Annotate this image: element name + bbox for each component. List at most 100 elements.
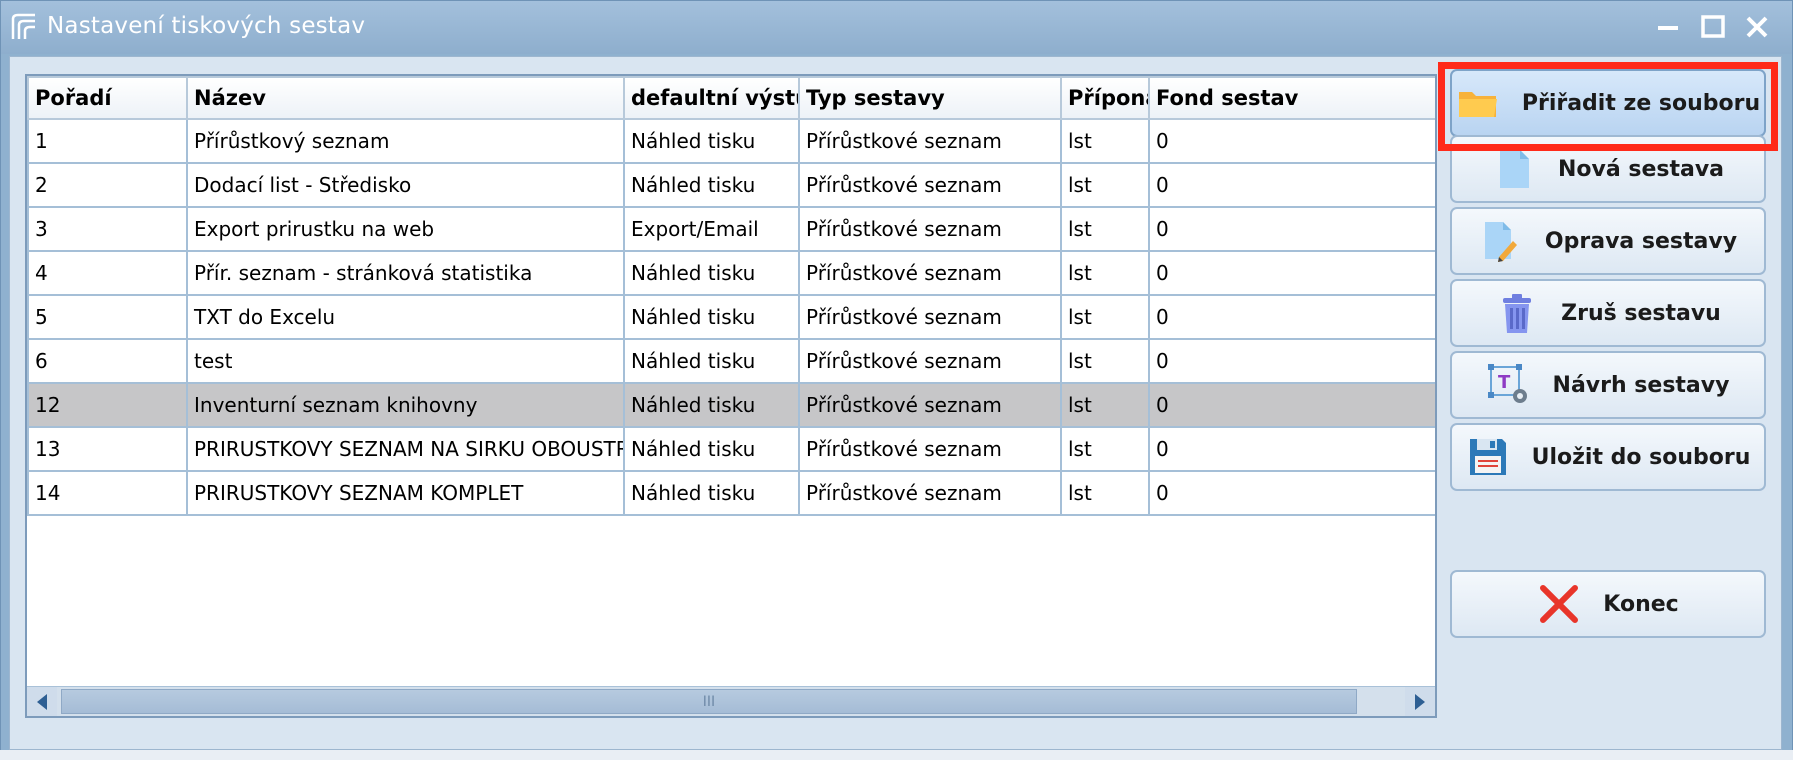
assign-from-file-button[interactable]: Přiřadit ze souboru xyxy=(1450,69,1766,137)
trash-icon xyxy=(1495,291,1539,335)
window-title: Nastavení tiskových sestav xyxy=(47,13,366,39)
table-cell: 4 xyxy=(27,250,188,296)
table-cell: Přírůstkové seznam xyxy=(798,382,1062,428)
table-cell: 0 xyxy=(1148,338,1435,384)
edit-report-label: Oprava sestavy xyxy=(1544,228,1738,254)
minimize-icon[interactable] xyxy=(1653,12,1683,42)
delete-report-label: Zruš sestavu xyxy=(1561,300,1721,326)
design-icon: T xyxy=(1487,363,1531,407)
table-cell: Náhled tisku xyxy=(623,382,800,428)
table-cell: 14 xyxy=(27,470,188,516)
table-cell: 6 xyxy=(27,338,188,384)
close-button[interactable]: Konec xyxy=(1450,570,1766,638)
table-cell: 0 xyxy=(1148,382,1435,428)
save-to-file-button[interactable]: Uložit do souboru xyxy=(1450,423,1766,491)
scrollbar-thumb[interactable]: III xyxy=(61,689,1357,714)
table-row[interactable]: 2 Dodací list - Středisko Náhled tisku Přír… xyxy=(27,162,1435,208)
design-report-label: Návrh sestavy xyxy=(1552,372,1730,398)
table-cell: Přír. seznam - stránková statistika xyxy=(186,250,625,296)
table-cell: Přírůstkové seznam xyxy=(798,250,1062,296)
table-cell: TXT do Excelu xyxy=(186,294,625,340)
table-cell: 0 xyxy=(1148,250,1435,296)
edit-document-icon xyxy=(1479,219,1523,263)
reports-grid[interactable]: PořadíNázevdefaultní výstupTyp sestavyPř… xyxy=(25,74,1437,718)
table-cell: lst xyxy=(1060,118,1150,164)
table-cell: lst xyxy=(1060,338,1150,384)
column-header[interactable]: Pořadí xyxy=(27,76,188,120)
column-header[interactable]: Název xyxy=(186,76,625,120)
table-cell: Náhled tisku xyxy=(623,470,800,516)
table-cell: PRIRUSTKOVY SEZNAM NA SIRKU OBOUSTRANNY xyxy=(186,426,625,472)
column-header[interactable]: Přípona xyxy=(1060,76,1150,120)
table-row[interactable]: 14 PRIRUSTKOVY SEZNAM KOMPLET Náhled tisku… xyxy=(27,470,1435,516)
new-report-button[interactable]: Nová sestava xyxy=(1450,135,1766,203)
table-cell: Přírůstkové seznam xyxy=(798,426,1062,472)
table-row[interactable]: 4 Přír. seznam - stránková statistika Náhl… xyxy=(27,250,1435,296)
delete-report-button[interactable]: Zruš sestavu xyxy=(1450,279,1766,347)
scroll-left-icon[interactable] xyxy=(27,687,57,716)
table-cell: Export/Email xyxy=(623,206,800,252)
scroll-right-icon[interactable] xyxy=(1405,687,1435,716)
table-cell: lst xyxy=(1060,294,1150,340)
report-settings-window: Nastavení tiskových sestav Pořadí Název de… xyxy=(0,0,1793,760)
table-cell: Náhled tisku xyxy=(623,118,800,164)
table-cell: PRIRUSTKOVY SEZNAM KOMPLET xyxy=(186,470,625,516)
column-header[interactable]: Fond sestav xyxy=(1148,76,1435,120)
table-cell: lst xyxy=(1060,470,1150,516)
table-cell: 0 xyxy=(1148,206,1435,252)
close-window-icon[interactable] xyxy=(1742,12,1772,42)
table-row[interactable]: 5 TXT do Excelu Náhled tisku Přírůstkové se… xyxy=(27,294,1435,340)
table-cell: lst xyxy=(1060,162,1150,208)
floppy-icon xyxy=(1466,435,1510,479)
table-cell: 0 xyxy=(1148,426,1435,472)
edit-report-button[interactable]: Oprava sestavy xyxy=(1450,207,1766,275)
table-cell: test xyxy=(186,338,625,384)
table-cell: Inventurní seznam knihovny xyxy=(186,382,625,428)
table-cell: 5 xyxy=(27,294,188,340)
table-cell: lst xyxy=(1060,206,1150,252)
table-cell: Přírůstkové seznam xyxy=(798,206,1062,252)
folder-icon xyxy=(1456,81,1500,125)
table-cell: Přírůstkové seznam xyxy=(798,470,1062,516)
table-row[interactable]: 3 Export prirustku na web Export/Email Přír… xyxy=(27,206,1435,252)
close-label: Konec xyxy=(1603,591,1679,617)
scrollbar-grip: III xyxy=(702,693,716,710)
new-report-label: Nová sestava xyxy=(1557,156,1725,182)
table-cell: 2 xyxy=(27,162,188,208)
reports-table: PořadíNázevdefaultní výstupTyp sestavyPř… xyxy=(27,76,1435,516)
table-row[interactable]: 6 test Náhled tisku Přírůstkové seznam lst 0 xyxy=(27,338,1435,384)
table-cell: Náhled tisku xyxy=(623,250,800,296)
table-cell: 0 xyxy=(1148,470,1435,516)
table-body: 1 Přírůstkový seznam Náhled tisku Přírůstko… xyxy=(27,118,1435,516)
assign-from-file-label: Přiřadit ze souboru xyxy=(1521,90,1761,116)
table-cell: Náhled tisku xyxy=(623,162,800,208)
table-cell: 1 xyxy=(27,118,188,164)
table-row[interactable]: 12 Inventurní seznam knihovny Náhled tisku… xyxy=(27,382,1435,428)
table-cell: Dodací list - Středisko xyxy=(186,162,625,208)
table-cell: Náhled tisku xyxy=(623,294,800,340)
column-header[interactable]: Typ sestavy xyxy=(798,76,1062,120)
table-cell: 12 xyxy=(27,382,188,428)
table-row[interactable]: 13PRIRUSTKOVY SEZNAM NA SIRKU OBOUSTRANN… xyxy=(27,426,1435,472)
table-cell: 0 xyxy=(1148,118,1435,164)
table-header: PořadíNázevdefaultní výstupTyp sestavyPř… xyxy=(27,76,1435,120)
table-cell: 0 xyxy=(1148,294,1435,340)
table-cell: 3 xyxy=(27,206,188,252)
table-cell: Přírůstkové seznam xyxy=(798,162,1062,208)
table-cell: Přírůstkové seznam xyxy=(798,118,1062,164)
table-row[interactable]: 1 Přírůstkový seznam Náhled tisku Přírůstko… xyxy=(27,118,1435,164)
table-cell: lst xyxy=(1060,250,1150,296)
title-bar[interactable]: Nastavení tiskových sestav xyxy=(1,1,1792,54)
table-cell: Přírůstkový seznam xyxy=(186,118,625,164)
table-cell: 13 xyxy=(27,426,188,472)
close-x-icon xyxy=(1537,582,1581,626)
table-cell: Export prirustku na web xyxy=(186,206,625,252)
horizontal-scrollbar[interactable]: III xyxy=(27,686,1435,716)
table-cell: Náhled tisku xyxy=(623,426,800,472)
new-document-icon xyxy=(1492,147,1536,191)
design-report-button[interactable]: T Návrh sestavy xyxy=(1450,351,1766,419)
svg-text:T: T xyxy=(1498,372,1511,393)
table-cell: Náhled tisku xyxy=(623,338,800,384)
column-header[interactable]: defaultní výstup xyxy=(623,76,800,120)
maximize-icon[interactable] xyxy=(1698,12,1728,42)
